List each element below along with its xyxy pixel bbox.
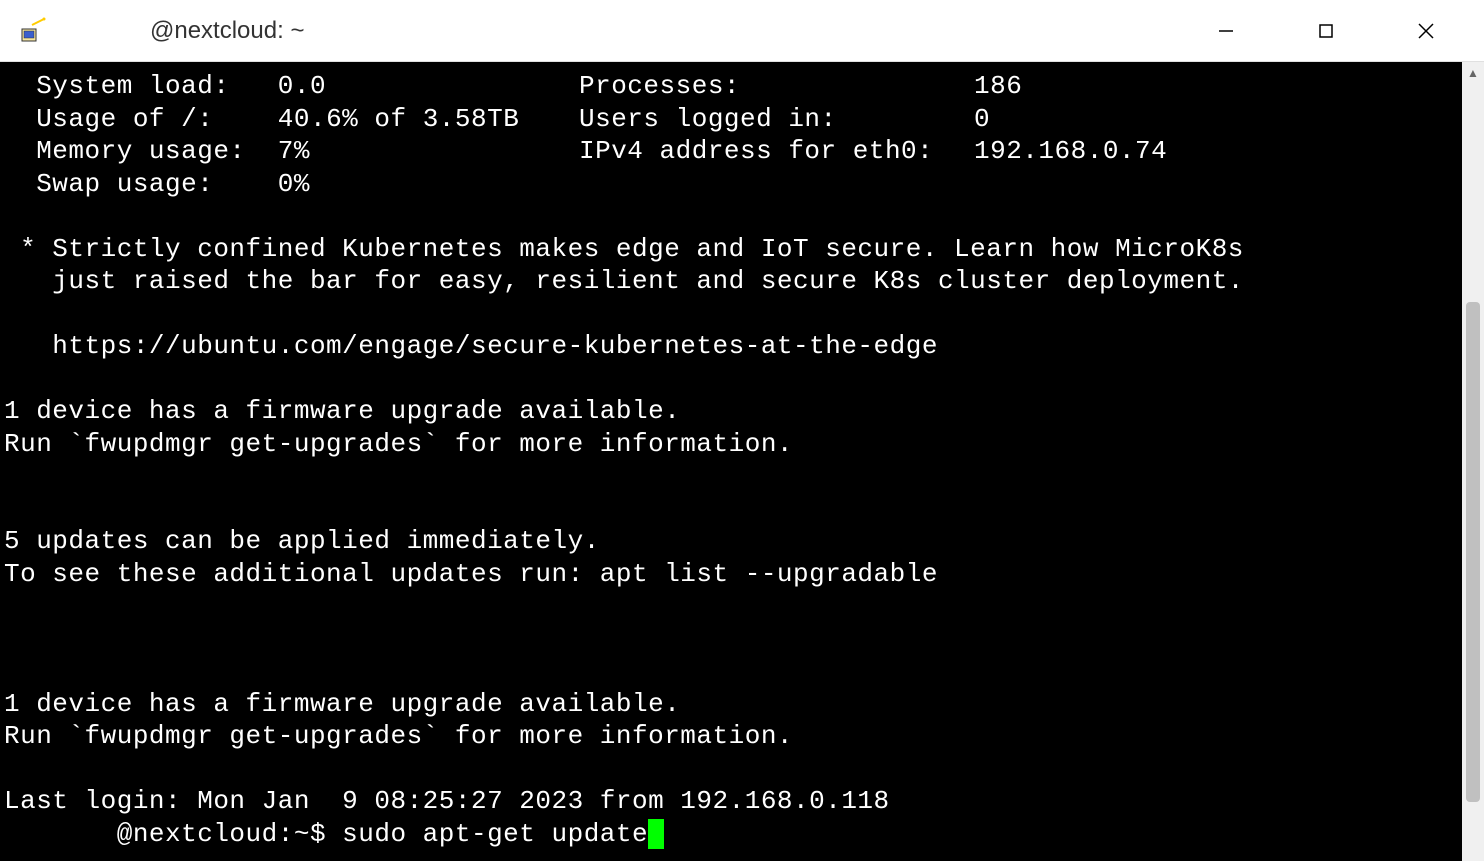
stat-value: 7% [278,136,310,166]
minimize-icon [1217,22,1235,40]
stat-value: 0 [974,103,990,136]
maximize-button[interactable] [1276,1,1376,61]
motd-line: just raised the bar for easy, resilient … [4,265,1462,298]
motd-line: 5 updates can be applied immediately. [4,525,1462,558]
window-controls [1176,1,1476,61]
last-login: Last login: Mon Jan 9 08:25:27 2023 from… [4,785,1462,818]
stat-value: 192.168.0.74 [974,135,1167,168]
stat-label: System load: [4,71,229,101]
close-button[interactable] [1376,1,1476,61]
close-icon [1417,22,1435,40]
motd-line: * Strictly confined Kubernetes makes edg… [4,233,1462,266]
motd-url: https://ubuntu.com/engage/secure-kuberne… [4,330,1462,363]
cursor [648,819,664,849]
window-titlebar: @nextcloud: ~ [0,0,1484,62]
vertical-scrollbar[interactable]: ▲ [1462,62,1484,861]
scroll-up-icon[interactable]: ▲ [1462,62,1484,84]
scroll-thumb[interactable] [1466,302,1480,802]
stat-label: Users logged in: [579,103,974,136]
stat-value: 186 [974,70,1022,103]
command-input[interactable]: sudo apt-get update [342,819,648,849]
stat-label: IPv4 address for eth0: [579,135,974,168]
minimize-button[interactable] [1176,1,1276,61]
stat-label: Processes: [579,70,974,103]
motd-line: Run `fwupdmgr get-upgrades` for more inf… [4,720,1462,753]
putty-icon [18,15,50,47]
stat-value: 40.6% of 3.58TB [278,104,520,134]
maximize-icon [1318,23,1334,39]
motd-line: 1 device has a firmware upgrade availabl… [4,688,1462,721]
motd-line: 1 device has a firmware upgrade availabl… [4,395,1462,428]
stat-value: 0% [278,169,310,199]
terminal[interactable]: System load: 0.0 Processes: 186 Usage of … [0,62,1462,861]
window-title: @nextcloud: ~ [150,17,304,45]
stat-label: Usage of /: [4,104,213,134]
motd-line: To see these additional updates run: apt… [4,558,1462,591]
stat-label: Swap usage: [4,169,213,199]
shell-prompt: @nextcloud:~$ [4,819,342,849]
motd-line: Run `fwupdmgr get-upgrades` for more inf… [4,428,1462,461]
stat-value: 0.0 [278,71,326,101]
terminal-container: System load: 0.0 Processes: 186 Usage of … [0,62,1484,861]
stat-label: Memory usage: [4,136,246,166]
